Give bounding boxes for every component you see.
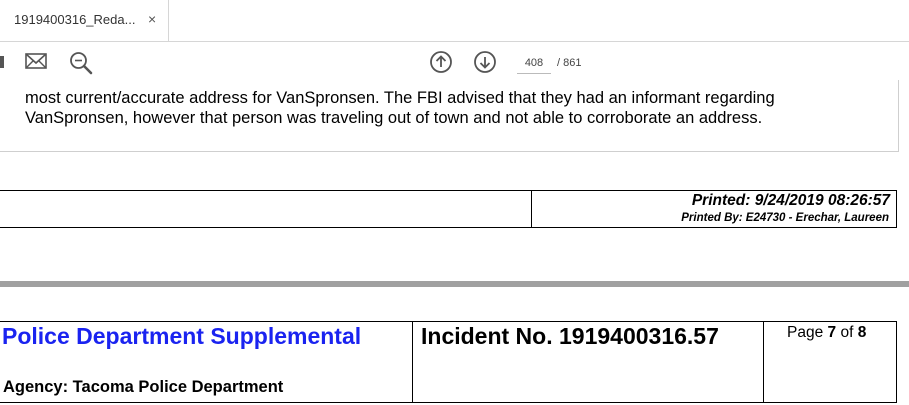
document-tab[interactable]: 1919400316_Reda... × xyxy=(0,0,169,41)
page-separator xyxy=(0,281,909,287)
email-icon[interactable] xyxy=(25,52,47,70)
tab-title: 1919400316_Reda... xyxy=(14,12,136,27)
printed-info-table: Printed: 9/24/2019 08:26:57 Printed By: … xyxy=(0,190,897,228)
tab-close-icon[interactable]: × xyxy=(148,11,156,27)
page-prefix: Page xyxy=(787,324,828,341)
tab-bar: 1919400316_Reda... × xyxy=(0,0,909,42)
next-page-icon[interactable] xyxy=(473,50,497,74)
partial-toolbar-icon[interactable] xyxy=(0,56,4,68)
find-zoom-icon[interactable] xyxy=(68,50,94,76)
pdf-page-area: most current/accurate address for VanSpr… xyxy=(0,80,909,405)
previous-page-icon[interactable] xyxy=(429,50,453,74)
page-of-label: Page 7 of 8 xyxy=(787,324,866,342)
table-divider xyxy=(412,322,413,402)
narrative-line-1: most current/accurate address for VanSpr… xyxy=(25,89,775,107)
department-title: Police Department Supplemental xyxy=(2,323,362,349)
printed-by: Printed By: E24730 - Erechar, Laureen xyxy=(681,212,889,224)
narrative-line-2: VanSpronsen, however that person was tra… xyxy=(25,109,763,127)
agency-label: Agency: Tacoma Police Department xyxy=(3,378,284,396)
toolbar xyxy=(0,42,909,82)
table-divider xyxy=(531,191,532,227)
page-current: 7 xyxy=(827,324,837,341)
report-header-table: Police Department Supplemental Agency: T… xyxy=(0,321,897,403)
page-total-count: 8 xyxy=(857,324,867,341)
page-total: / 861 xyxy=(557,57,582,69)
printed-timestamp: Printed: 9/24/2019 08:26:57 xyxy=(691,192,890,209)
incident-number: Incident No. 1919400316.57 xyxy=(421,323,719,349)
table-divider xyxy=(763,322,764,402)
page-of: of xyxy=(836,324,858,341)
narrative-box: most current/accurate address for VanSpr… xyxy=(0,80,899,152)
page-number-input[interactable]: 408 xyxy=(517,53,551,74)
